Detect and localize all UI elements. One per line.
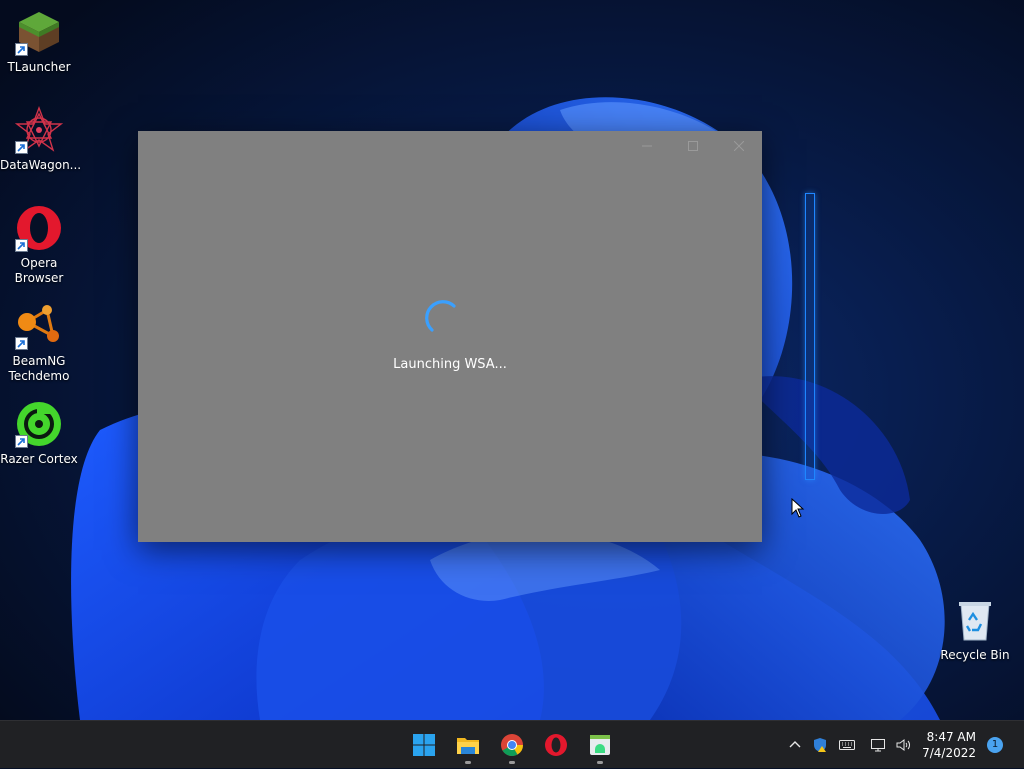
desktop-icon-beamng-techdemo[interactable]: BeamNG Techdemo	[0, 302, 78, 384]
desktop-icon-label: TLauncher	[7, 60, 71, 74]
clock-time: 8:47 AM	[926, 730, 976, 744]
minimize-icon	[642, 145, 652, 147]
desktop-icon-label: BeamNG Techdemo	[8, 354, 70, 383]
desktop-icon-datawagon[interactable]: DataWagon...	[0, 106, 82, 173]
close-icon	[734, 141, 744, 151]
taskbar: 8:47 AM 7/4/2022 1	[0, 720, 1024, 768]
chrome-icon	[501, 734, 523, 756]
keyboard-icon	[839, 740, 855, 750]
notification-badge[interactable]: 1	[987, 737, 1003, 753]
taskbar-chrome[interactable]	[496, 729, 528, 764]
tray-security[interactable]	[810, 721, 830, 769]
tray-keyboard[interactable]	[836, 721, 858, 769]
desktop-icon-tlauncher[interactable]: TLauncher	[0, 8, 78, 75]
chevron-up-icon	[789, 741, 801, 748]
maximize-button[interactable]	[670, 131, 716, 161]
show-hidden-icons-button[interactable]	[786, 721, 804, 769]
window-controls	[624, 131, 762, 161]
shield-warning-icon	[814, 738, 826, 752]
tray-volume[interactable]	[892, 721, 914, 769]
windows-start-icon	[413, 734, 435, 756]
launch-status-text: Launching WSA...	[393, 357, 507, 372]
shortcut-arrow-icon	[15, 43, 28, 56]
desktop-icon-opera-browser[interactable]: Opera Browser	[0, 204, 78, 286]
tray-network[interactable]	[868, 721, 888, 769]
desktop-icon-label: Opera Browser	[14, 256, 64, 285]
shortcut-arrow-icon	[15, 239, 28, 252]
taskbar-file-explorer[interactable]	[452, 729, 484, 764]
volume-icon	[896, 739, 910, 751]
running-indicator	[509, 761, 515, 764]
shortcut-arrow-icon	[15, 435, 28, 448]
shortcut-arrow-icon	[15, 337, 28, 350]
taskbar-opera[interactable]	[540, 729, 572, 761]
loading-spinner-icon	[425, 300, 456, 332]
running-indicator	[465, 761, 471, 764]
desktop-icon-label: DataWagon...	[0, 158, 82, 172]
wsa-launch-window[interactable]: Launching WSA...	[138, 131, 762, 542]
close-button[interactable]	[716, 131, 762, 161]
shortcut-arrow-icon	[15, 141, 28, 154]
start-button[interactable]	[408, 729, 440, 761]
opera-icon	[545, 734, 567, 756]
network-icon	[871, 739, 885, 752]
minimize-button[interactable]	[624, 131, 670, 161]
desktop-icon-recycle-bin[interactable]: Recycle Bin	[936, 596, 1014, 663]
mouse-cursor-icon	[791, 498, 805, 518]
desktop-icon-label: Recycle Bin	[940, 648, 1010, 662]
android-app-icon	[590, 735, 610, 755]
taskbar-android-app[interactable]	[584, 729, 616, 764]
maximize-icon	[688, 141, 698, 151]
snap-layout-indicator	[805, 193, 815, 480]
desktop-icon-razer-cortex[interactable]: Razer Cortex	[0, 400, 78, 467]
running-indicator	[597, 761, 603, 764]
taskbar-clock[interactable]: 8:47 AM 7/4/2022	[922, 729, 976, 761]
clock-date: 7/4/2022	[922, 746, 976, 760]
recycle-bin-icon	[959, 602, 991, 641]
file-explorer-icon	[457, 738, 479, 754]
desktop-icon-label: Razer Cortex	[0, 452, 78, 466]
